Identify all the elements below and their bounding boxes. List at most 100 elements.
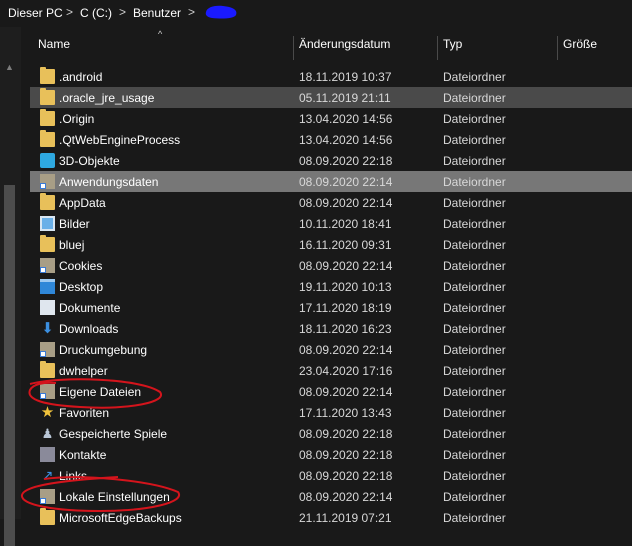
file-name: .oracle_jre_usage xyxy=(59,91,155,105)
file-name: Kontakte xyxy=(59,448,107,462)
file-row[interactable]: .oracle_jre_usage 05.11.2019 21:11 Dateior… xyxy=(30,87,632,108)
file-date: 05.11.2019 21:11 xyxy=(299,91,391,105)
file-row[interactable]: ♟ Gespeicherte Spiele 08.09.2020 22:18 Date… xyxy=(30,423,632,444)
file-row[interactable]: MicrosoftEdgeBackups 21.11.2019 07:21 Date… xyxy=(30,507,632,528)
file-name: .android xyxy=(59,70,103,84)
breadcrumb-dieser-pc[interactable]: Dieser PC xyxy=(8,6,63,20)
address-breadcrumb[interactable]: Dieser PC > C (C:) > Benutzer > xyxy=(0,0,632,27)
file-type: Dateiordner xyxy=(443,196,506,210)
file-type: Dateiordner xyxy=(443,469,506,483)
file-row[interactable]: Kontakte 08.09.2020 22:18 Dateiordner xyxy=(30,444,632,465)
contacts-icon xyxy=(40,447,55,462)
file-date: 13.04.2020 14:56 xyxy=(299,133,393,147)
file-date: 08.09.2020 22:14 xyxy=(299,259,393,273)
folder-icon xyxy=(40,508,55,525)
file-row[interactable]: 3D-Objekte 08.09.2020 22:18 Dateiordner xyxy=(30,150,632,171)
folder-shortcut-icon xyxy=(40,258,55,273)
file-name: Cookies xyxy=(59,259,103,273)
file-date: 08.09.2020 22:14 xyxy=(299,490,393,504)
file-date: 08.09.2020 22:14 xyxy=(299,385,393,399)
desktop-icon xyxy=(40,279,55,294)
navigation-pane-scrollbar[interactable]: ▲ xyxy=(0,27,21,546)
file-type: Dateiordner xyxy=(443,154,506,168)
file-date: 18.11.2019 10:37 xyxy=(299,70,392,84)
file-name: MicrosoftEdgeBackups xyxy=(59,511,182,525)
file-row[interactable]: Anwendungsdaten 08.09.2020 22:14 Dateiordn… xyxy=(30,171,632,192)
file-name: bluej xyxy=(59,238,85,252)
breadcrumb-separator[interactable]: > xyxy=(119,5,126,19)
folder-shortcut-icon xyxy=(40,342,55,357)
file-row[interactable]: .QtWebEngineProcess 13.04.2020 14:56 Datei… xyxy=(30,129,632,150)
folder-icon xyxy=(40,361,55,378)
file-name: Druckumgebung xyxy=(59,343,148,357)
file-row[interactable]: Eigene Dateien 08.09.2020 22:14 Dateiordne… xyxy=(30,381,632,402)
breadcrumb-c-drive[interactable]: C (C:) xyxy=(80,6,112,20)
file-type: Dateiordner xyxy=(443,70,506,84)
file-date: 18.11.2020 16:23 xyxy=(299,322,392,336)
file-row[interactable]: Bilder 10.11.2020 18:41 Dateiordner xyxy=(30,213,632,234)
file-date: 08.09.2020 22:18 xyxy=(299,448,393,462)
file-type: Dateiordner xyxy=(443,175,506,189)
file-row[interactable]: AppData 08.09.2020 22:14 Dateiordner xyxy=(30,192,632,213)
file-row[interactable]: ⬇ Downloads 18.11.2020 16:23 Dateiordner xyxy=(30,318,632,339)
file-row[interactable]: Lokale Einstellungen 08.09.2020 22:14 Date… xyxy=(30,486,632,507)
column-divider[interactable] xyxy=(437,36,438,60)
file-date: 08.09.2020 22:14 xyxy=(299,343,393,357)
folder-icon xyxy=(40,193,55,210)
3d-objects-icon xyxy=(40,153,55,168)
file-row[interactable]: Cookies 08.09.2020 22:14 Dateiordner xyxy=(30,255,632,276)
breadcrumb-benutzer[interactable]: Benutzer xyxy=(133,6,181,20)
file-date: 08.09.2020 22:14 xyxy=(299,196,393,210)
file-row[interactable]: .android 18.11.2019 10:37 Dateiordner xyxy=(30,66,632,87)
file-date: 21.11.2019 07:21 xyxy=(299,511,392,525)
file-type: Dateiordner xyxy=(443,217,506,231)
column-header-type[interactable]: Typ xyxy=(443,37,462,51)
documents-icon xyxy=(40,300,55,315)
breadcrumb-separator[interactable]: > xyxy=(188,5,195,19)
file-name: Lokale Einstellungen xyxy=(59,490,170,504)
sort-ascending-icon: ^ xyxy=(158,29,163,39)
file-row[interactable]: Dokumente 17.11.2020 18:19 Dateiordner xyxy=(30,297,632,318)
file-row[interactable]: Desktop 19.11.2020 10:13 Dateiordner xyxy=(30,276,632,297)
file-row[interactable]: .Origin 13.04.2020 14:56 Dateiordner xyxy=(30,108,632,129)
file-name: Favoriten xyxy=(59,406,110,420)
file-name: Gespeicherte Spiele xyxy=(59,427,168,441)
column-header-name[interactable]: Name xyxy=(38,37,70,51)
column-divider[interactable] xyxy=(557,36,558,60)
file-type: Dateiordner xyxy=(443,280,506,294)
file-type: Dateiordner xyxy=(443,385,506,399)
file-date: 17.11.2020 13:43 xyxy=(299,406,392,420)
file-date: 13.04.2020 14:56 xyxy=(299,112,393,126)
file-type: Dateiordner xyxy=(443,364,506,378)
folder-shortcut-icon xyxy=(40,384,55,399)
file-type: Dateiordner xyxy=(443,238,506,252)
file-type: Dateiordner xyxy=(443,133,506,147)
file-row[interactable]: Druckumgebung 08.09.2020 22:14 Dateiordner xyxy=(30,339,632,360)
file-row[interactable]: ★ Favoriten 17.11.2020 13:43 Dateiordner xyxy=(30,402,632,423)
column-header-size[interactable]: Größe xyxy=(563,37,597,51)
scrollbar-thumb[interactable] xyxy=(4,185,15,546)
folder-shortcut-icon xyxy=(40,174,55,189)
file-type: Dateiordner xyxy=(443,406,506,420)
scroll-up-arrow-icon[interactable]: ▲ xyxy=(5,62,14,72)
redacted-username xyxy=(205,5,237,19)
breadcrumb-separator[interactable]: > xyxy=(66,5,73,19)
file-name: .QtWebEngineProcess xyxy=(59,133,181,147)
file-type: Dateiordner xyxy=(443,343,506,357)
folder-icon xyxy=(40,130,55,147)
saved-games-icon: ♟ xyxy=(41,426,54,441)
folder-icon xyxy=(40,235,55,252)
file-name: Links xyxy=(59,469,88,483)
column-divider[interactable] xyxy=(293,36,294,60)
file-row[interactable]: ↗ Links 08.09.2020 22:18 Dateiordner xyxy=(30,465,632,486)
file-type: Dateiordner xyxy=(443,91,506,105)
column-header-date[interactable]: Änderungsdatum xyxy=(299,37,390,51)
file-name: 3D-Objekte xyxy=(59,154,120,168)
file-type: Dateiordner xyxy=(443,259,506,273)
favorites-icon: ★ xyxy=(40,404,55,421)
file-row[interactable]: bluej 16.11.2020 09:31 Dateiordner xyxy=(30,234,632,255)
file-row[interactable]: dwhelper 23.04.2020 17:16 Dateiordner xyxy=(30,360,632,381)
file-name: Anwendungsdaten xyxy=(59,175,159,189)
file-name: Bilder xyxy=(59,217,90,231)
file-type: Dateiordner xyxy=(443,490,506,504)
